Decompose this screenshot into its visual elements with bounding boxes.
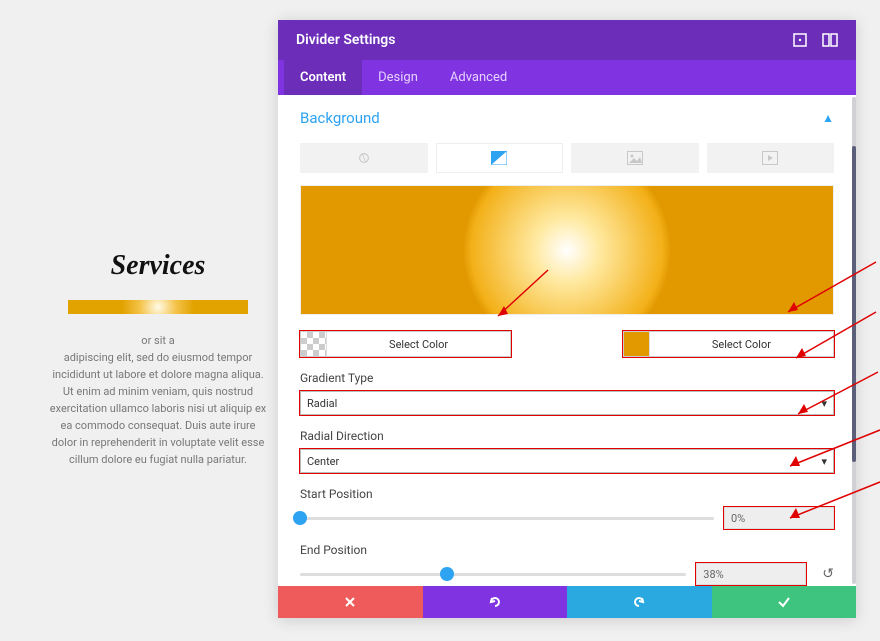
tab-design[interactable]: Design: [362, 60, 434, 95]
gradient-type-select[interactable]: Radial ▾: [300, 391, 834, 415]
swatch-b: [624, 332, 650, 356]
end-position-input[interactable]: 38%: [696, 563, 806, 585]
radial-direction-label: Radial Direction: [300, 429, 834, 443]
bgtype-color[interactable]: [300, 143, 428, 173]
chevron-down-icon: ▾: [821, 397, 827, 410]
select-color-b[interactable]: Select Color: [623, 331, 834, 357]
radial-direction-value: Center: [307, 455, 339, 468]
panel-header: Divider Settings: [278, 20, 856, 60]
start-position-slider[interactable]: [300, 508, 714, 528]
bgtype-gradient[interactable]: [436, 143, 564, 173]
select-color-a-label: Select Color: [327, 338, 510, 351]
expand-icon[interactable]: [792, 32, 808, 48]
redo-button[interactable]: [567, 586, 712, 618]
gradient-preview: [300, 185, 834, 315]
cancel-button[interactable]: [278, 586, 423, 618]
chevron-down-icon: ▾: [821, 455, 827, 468]
tab-content[interactable]: Content: [284, 60, 362, 95]
select-color-b-label: Select Color: [650, 338, 833, 351]
save-button[interactable]: [712, 586, 857, 618]
services-divider: [68, 300, 248, 314]
services-title: Services: [48, 250, 268, 282]
panel-footer: [278, 586, 856, 618]
panel-body: Background ▲: [278, 95, 856, 586]
scrollbar[interactable]: [852, 97, 856, 584]
services-lorem-fragment: or sit a: [48, 332, 268, 349]
panel-title: Divider Settings: [296, 32, 395, 48]
start-position-input[interactable]: 0%: [724, 507, 834, 529]
services-preview: Services or sit a adipiscing elit, sed d…: [48, 250, 268, 468]
gradient-type-value: Radial: [307, 397, 337, 410]
end-position-slider[interactable]: [300, 564, 686, 584]
bgtype-image[interactable]: [571, 143, 699, 173]
radial-direction-select[interactable]: Center ▾: [300, 449, 834, 473]
section-background-label: Background: [300, 109, 380, 127]
start-position-label: Start Position: [300, 487, 834, 501]
select-color-a[interactable]: Select Color: [300, 331, 511, 357]
settings-panel: Divider Settings Content Design Advanced…: [278, 20, 856, 618]
undo-button[interactable]: [423, 586, 568, 618]
reset-icon[interactable]: ↺: [822, 566, 834, 582]
chevron-up-icon: ▲: [822, 111, 834, 125]
snap-icon[interactable]: [822, 32, 838, 48]
gradient-type-label: Gradient Type: [300, 371, 834, 385]
background-type-row: [300, 143, 834, 173]
bgtype-video[interactable]: [707, 143, 835, 173]
end-position-label: End Position: [300, 543, 834, 557]
services-lorem: adipiscing elit, sed do eiusmod tempor i…: [48, 349, 268, 468]
tab-advanced[interactable]: Advanced: [434, 60, 523, 95]
swatch-a: [301, 332, 327, 356]
section-background[interactable]: Background ▲: [300, 109, 834, 127]
tabs: Content Design Advanced: [278, 60, 856, 95]
